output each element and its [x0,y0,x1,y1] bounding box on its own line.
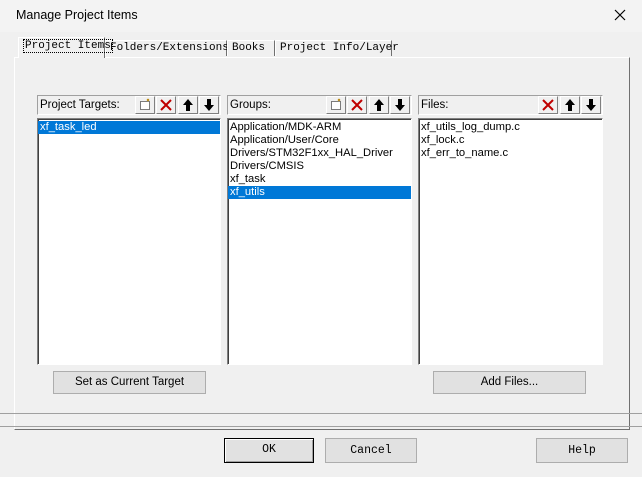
files-header-label: Files: [421,99,449,111]
tab-folders-extensions[interactable]: Folders/Extensions [105,40,229,56]
groups-header: Groups: [227,95,412,115]
add-files-label: Add Files... [480,376,539,388]
arrow-down-icon [204,99,214,111]
targets-list[interactable]: xf_task_led [37,118,221,365]
title-bar: Manage Project Items [0,0,642,32]
list-item[interactable]: xf_task_led [38,121,220,134]
delete-target-button[interactable] [156,96,176,114]
divider [0,413,642,414]
new-icon [331,98,341,110]
files-list[interactable]: xf_utils_log_dump.c xf_lock.c xf_err_to_… [418,118,603,365]
tab-label: Project Info/Layer [280,42,399,54]
tab-project-items[interactable]: Project Items [18,37,113,58]
targets-header: Project Targets: [37,95,221,115]
list-item[interactable]: Drivers/CMSIS [228,160,411,173]
delete-group-button[interactable] [347,96,367,114]
arrow-down-icon [395,99,405,111]
files-header: Files: [418,95,603,115]
arrow-up-icon [183,99,193,111]
list-item[interactable]: xf_task [228,173,411,186]
list-item[interactable]: xf_utils_log_dump.c [419,121,602,134]
delete-icon [351,99,363,111]
tab-label: Books [232,42,266,54]
delete-file-button[interactable] [538,96,558,114]
list-item[interactable]: Application/MDK-ARM [228,121,411,134]
cancel-button[interactable]: Cancel [325,438,417,463]
arrow-up-icon [374,99,384,111]
list-item[interactable]: xf_lock.c [419,134,602,147]
set-current-target-label: Set as Current Target [74,376,185,388]
list-item[interactable]: Drivers/STM32F1xx_HAL_Driver [228,147,411,160]
list-item[interactable]: Application/User/Core [228,134,411,147]
cancel-label: Cancel [350,444,392,457]
tab-books[interactable]: Books [227,40,275,56]
arrow-down-icon [586,99,596,111]
arrow-up-icon [565,99,575,111]
move-file-down-button[interactable] [581,96,601,114]
help-label: Help [568,444,596,457]
move-file-up-button[interactable] [560,96,580,114]
tab-project-info-layer[interactable]: Project Info/Layer [275,40,399,56]
groups-list[interactable]: Application/MDK-ARM Application/User/Cor… [227,118,412,365]
move-target-up-button[interactable] [178,96,198,114]
move-target-down-button[interactable] [199,96,219,114]
add-files-button[interactable]: Add Files... [433,371,586,394]
window-title: Manage Project Items [16,8,138,22]
groups-header-label: Groups: [230,99,271,111]
move-group-down-button[interactable] [390,96,410,114]
tab-label: Folders/Extensions [110,42,229,54]
delete-icon [160,99,172,111]
move-group-up-button[interactable] [369,96,389,114]
list-item[interactable]: xf_utils [228,186,411,199]
new-target-button[interactable] [135,96,155,114]
ok-label: OK [262,443,276,456]
tab-label: Project Items [23,39,113,53]
new-icon [140,98,150,110]
new-group-button[interactable] [326,96,346,114]
ok-button[interactable]: OK [224,438,314,463]
delete-icon [542,99,554,111]
list-item[interactable]: xf_err_to_name.c [419,147,602,160]
divider [0,426,642,427]
help-button[interactable]: Help [536,438,628,463]
close-icon[interactable] [609,4,631,26]
targets-header-label: Project Targets: [40,99,120,111]
set-current-target-button[interactable]: Set as Current Target [53,371,206,394]
